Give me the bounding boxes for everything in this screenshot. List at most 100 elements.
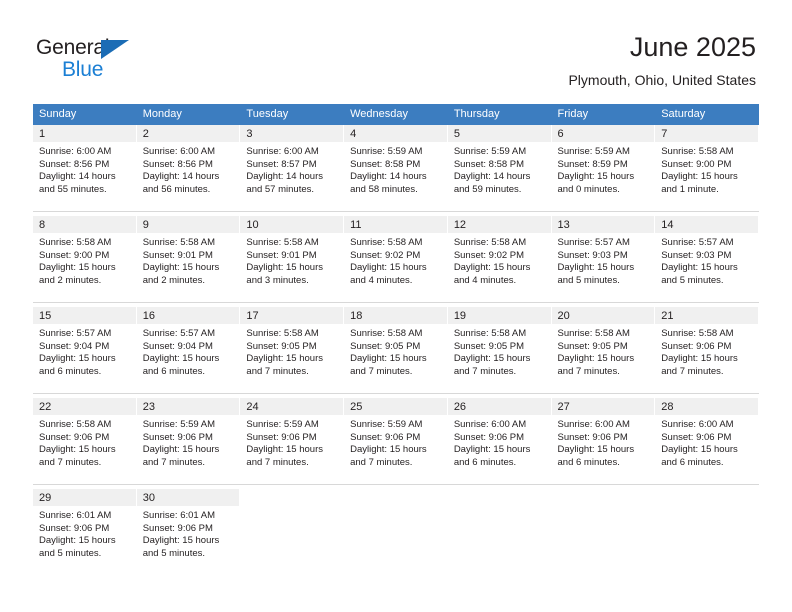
daylight-text-line2: and 0 minutes. — [557, 183, 620, 195]
weekday-header-monday: Monday — [142, 108, 182, 120]
daylight-text-line1: Daylight: 15 hours — [246, 444, 323, 456]
day-number: 25 — [344, 398, 447, 415]
day-number: 17 — [240, 307, 344, 324]
day-cell-13[interactable]: 13 Sunrise: 5:57 AM Sunset: 9:03 PM Dayl… — [551, 216, 656, 302]
sunrise-text: Sunrise: 5:58 AM — [39, 237, 112, 248]
day-details: Sunrise: 5:59 AM Sunset: 8:59 PM Dayligh… — [552, 142, 655, 196]
daylight-text-line1: Daylight: 15 hours — [39, 262, 116, 274]
day-details: Sunrise: 5:58 AM Sunset: 9:05 PM Dayligh… — [344, 324, 447, 378]
day-cell-28[interactable]: 28 Sunrise: 6:00 AM Sunset: 9:06 PM Dayl… — [655, 398, 759, 484]
day-cell-24[interactable]: 24 Sunrise: 5:59 AM Sunset: 9:06 PM Dayl… — [240, 398, 345, 484]
day-cell-10[interactable]: 10 Sunrise: 5:58 AM Sunset: 9:01 PM Dayl… — [240, 216, 345, 302]
day-cell-empty — [551, 489, 656, 575]
sunrise-text: Sunrise: 5:58 AM — [246, 328, 319, 339]
day-cell-14[interactable]: 14 Sunrise: 5:57 AM Sunset: 9:03 PM Dayl… — [655, 216, 759, 302]
daylight-text-line1: Daylight: 15 hours — [557, 444, 635, 456]
daylight-text-line1: Daylight: 15 hours — [557, 262, 635, 274]
day-number: 30 — [136, 489, 240, 506]
daylight-text-line2: and 55 minutes. — [39, 183, 107, 195]
sunset-text: Sunset: 9:01 PM — [142, 249, 213, 261]
sunrise-text: Sunrise: 5:59 AM — [142, 419, 216, 430]
sunrise-text: Sunrise: 6:00 AM — [453, 419, 527, 430]
daylight-text-line1: Daylight: 15 hours — [39, 535, 116, 547]
day-cell-23[interactable]: 23 Sunrise: 5:59 AM Sunset: 9:06 PM Dayl… — [136, 398, 241, 484]
day-cell-5[interactable]: 5 Sunrise: 5:59 AM Sunset: 8:58 PM Dayli… — [447, 125, 552, 211]
logo-primary-text: General — [36, 36, 110, 59]
day-cell-12[interactable]: 12 Sunrise: 5:58 AM Sunset: 9:02 PM Dayl… — [447, 216, 552, 302]
day-cell-30[interactable]: 30 Sunrise: 6:01 AM Sunset: 9:06 PM Dayl… — [136, 489, 241, 575]
sunrise-text: Sunrise: 5:58 AM — [557, 328, 630, 339]
day-details: Sunrise: 5:58 AM Sunset: 9:02 PM Dayligh… — [344, 233, 447, 287]
daylight-text-line1: Daylight: 15 hours — [453, 444, 531, 456]
daylight-text-line2: and 5 minutes. — [557, 274, 620, 286]
day-details: Sunrise: 6:00 AM Sunset: 8:57 PM Dayligh… — [240, 142, 343, 196]
day-cell-9[interactable]: 9 Sunrise: 5:58 AM Sunset: 9:01 PM Dayli… — [136, 216, 241, 302]
day-cell-7[interactable]: 7 Sunrise: 5:58 AM Sunset: 9:00 PM Dayli… — [655, 125, 759, 211]
daylight-text-line2: and 3 minutes. — [246, 274, 309, 286]
day-number: 5 — [447, 125, 551, 142]
day-cell-16[interactable]: 16 Sunrise: 5:57 AM Sunset: 9:04 PM Dayl… — [136, 307, 241, 393]
daylight-text-line2: and 2 minutes. — [142, 274, 206, 286]
triangle-icon — [101, 40, 129, 59]
day-cell-21[interactable]: 21 Sunrise: 5:58 AM Sunset: 9:06 PM Dayl… — [655, 307, 759, 393]
day-details: Sunrise: 5:58 AM Sunset: 9:05 PM Dayligh… — [552, 324, 655, 378]
daylight-text-line1: Daylight: 14 hours — [350, 171, 427, 183]
daylight-text-line2: and 59 minutes. — [453, 183, 522, 195]
day-cell-27[interactable]: 27 Sunrise: 6:00 AM Sunset: 9:06 PM Dayl… — [551, 398, 656, 484]
day-cell-18[interactable]: 18 Sunrise: 5:58 AM Sunset: 9:05 PM Dayl… — [344, 307, 448, 393]
day-number: 18 — [344, 307, 447, 324]
daylight-text-line1: Daylight: 15 hours — [350, 444, 427, 456]
day-number: 28 — [655, 398, 758, 415]
day-number: 10 — [240, 216, 344, 233]
day-number: 4 — [344, 125, 447, 142]
day-number: 7 — [655, 125, 758, 142]
sunset-text: Sunset: 8:56 PM — [142, 158, 213, 170]
sunrise-text: Sunrise: 5:57 AM — [557, 237, 630, 248]
day-details: Sunrise: 6:00 AM Sunset: 8:56 PM Dayligh… — [33, 142, 136, 196]
day-cell-25[interactable]: 25 Sunrise: 5:59 AM Sunset: 9:06 PM Dayl… — [344, 398, 448, 484]
sunrise-text: Sunrise: 5:58 AM — [661, 328, 734, 339]
day-details: Sunrise: 5:58 AM Sunset: 9:02 PM Dayligh… — [448, 233, 551, 287]
day-cell-17[interactable]: 17 Sunrise: 5:58 AM Sunset: 9:05 PM Dayl… — [240, 307, 345, 393]
sunrise-text: Sunrise: 6:00 AM — [142, 146, 216, 157]
sunset-text: Sunset: 9:06 PM — [142, 431, 213, 443]
day-details: Sunrise: 5:59 AM Sunset: 8:58 PM Dayligh… — [344, 142, 447, 196]
day-details: Sunrise: 5:59 AM Sunset: 9:06 PM Dayligh… — [137, 415, 240, 469]
day-number: 11 — [344, 216, 447, 233]
weekday-header-sunday: Sunday — [39, 108, 77, 120]
sunset-text: Sunset: 9:06 PM — [350, 431, 421, 443]
day-cell-19[interactable]: 19 Sunrise: 5:58 AM Sunset: 9:05 PM Dayl… — [447, 307, 552, 393]
daylight-text-line1: Daylight: 15 hours — [453, 262, 531, 274]
day-number: 16 — [136, 307, 240, 324]
day-number — [552, 489, 655, 506]
day-cell-4[interactable]: 4 Sunrise: 5:59 AM Sunset: 8:58 PM Dayli… — [344, 125, 448, 211]
weekday-header-row: Sunday Monday Tuesday Wednesday Thursday… — [33, 104, 759, 125]
day-cell-8[interactable]: 8 Sunrise: 5:58 AM Sunset: 9:00 PM Dayli… — [33, 216, 137, 302]
day-cell-1[interactable]: 1 Sunrise: 6:00 AM Sunset: 8:56 PM Dayli… — [33, 125, 137, 211]
day-cell-15[interactable]: 15 Sunrise: 5:57 AM Sunset: 9:04 PM Dayl… — [33, 307, 137, 393]
day-number: 3 — [240, 125, 344, 142]
day-cell-26[interactable]: 26 Sunrise: 6:00 AM Sunset: 9:06 PM Dayl… — [447, 398, 552, 484]
day-cell-20[interactable]: 20 Sunrise: 5:58 AM Sunset: 9:05 PM Dayl… — [551, 307, 656, 393]
day-number: 8 — [33, 216, 136, 233]
daylight-text-line1: Daylight: 15 hours — [246, 353, 323, 365]
daylight-text-line2: and 56 minutes. — [142, 183, 211, 195]
daylight-text-line1: Daylight: 15 hours — [142, 444, 220, 456]
day-cell-29[interactable]: 29 Sunrise: 6:01 AM Sunset: 9:06 PM Dayl… — [33, 489, 137, 575]
brand-logo[interactable]: General Blue — [36, 36, 166, 86]
day-cell-6[interactable]: 6 Sunrise: 5:59 AM Sunset: 8:59 PM Dayli… — [551, 125, 656, 211]
day-cell-3[interactable]: 3 Sunrise: 6:00 AM Sunset: 8:57 PM Dayli… — [240, 125, 345, 211]
day-details: Sunrise: 5:59 AM Sunset: 8:58 PM Dayligh… — [448, 142, 551, 196]
day-cell-11[interactable]: 11 Sunrise: 5:58 AM Sunset: 9:02 PM Dayl… — [344, 216, 448, 302]
weekday-header-wednesday: Wednesday — [350, 108, 408, 120]
daylight-text-line1: Daylight: 15 hours — [39, 444, 116, 456]
day-details: Sunrise: 5:58 AM Sunset: 9:06 PM Dayligh… — [655, 324, 758, 378]
day-number: 24 — [240, 398, 344, 415]
day-cell-2[interactable]: 2 Sunrise: 6:00 AM Sunset: 8:56 PM Dayli… — [136, 125, 241, 211]
page-title: June 2025 — [629, 32, 756, 62]
daylight-text-line2: and 5 minutes. — [39, 547, 102, 559]
day-number: 29 — [33, 489, 136, 506]
day-cell-22[interactable]: 22 Sunrise: 5:58 AM Sunset: 9:06 PM Dayl… — [33, 398, 137, 484]
sunset-text: Sunset: 9:06 PM — [453, 431, 525, 443]
day-details: Sunrise: 6:01 AM Sunset: 9:06 PM Dayligh… — [33, 506, 136, 560]
